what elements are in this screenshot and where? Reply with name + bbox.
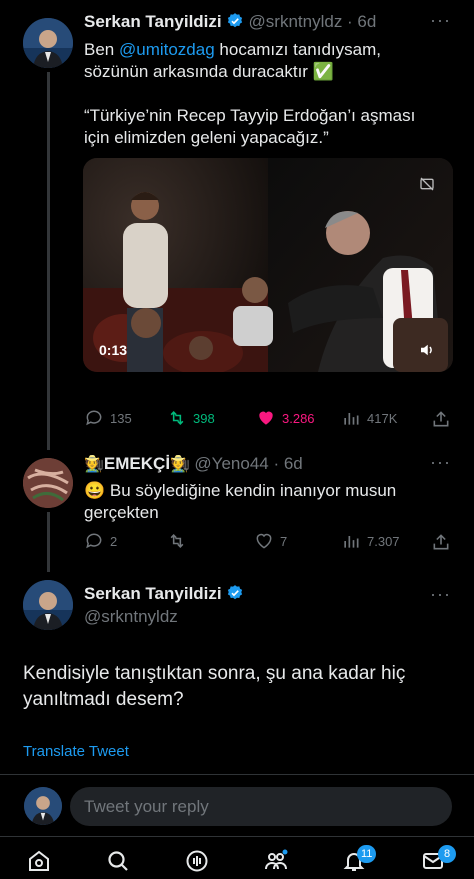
views-icon [344,413,359,425]
tweet-header: Serkan Tanyildizi @srkntnyldz · 6d [84,12,376,32]
like-count: 3.286 [282,410,315,426]
verified-icon [227,585,243,600]
reply-action[interactable]: 2 [84,531,117,551]
author-name[interactable]: EMEKÇİ [104,454,170,473]
author-name[interactable]: Serkan Tanyildizi [84,12,222,31]
main-author: Serkan Tanyildizi [84,584,244,604]
retweet-icon [170,534,184,548]
messages-badge: 8 [438,845,456,863]
handle-time[interactable]: @srkntnyldz · 6d [249,12,377,31]
video-frame [83,158,453,372]
avatar[interactable] [23,458,73,508]
volume-icon[interactable] [418,341,436,359]
like-count: 7 [280,533,288,549]
like-icon [256,533,272,549]
views-icon [344,536,359,548]
video-player[interactable]: 0:13 [83,158,453,372]
author-emoji: 🧑‍🌾 [84,456,104,473]
tweet-header: 🧑‍🌾EMEKÇİ🧑‍🌾 @Yeno44 · 6d [84,454,303,474]
thread-line [47,72,50,450]
text-line: yanıltmadı desem? [23,689,184,710]
quote-line: “Türkiye’nin Recep Tayyip Erdoğan’ı aşma… [84,106,416,125]
search-icon[interactable] [106,849,130,873]
text-line: Bu söylediğine kendin inanıyor musun [109,481,397,500]
more-icon[interactable]: ··· [430,452,451,473]
retweet-icon [170,411,184,425]
share-icon[interactable] [431,532,451,552]
more-icon[interactable]: ··· [430,584,451,605]
like-action[interactable]: 3.286 [256,408,315,428]
tweet-text: 😀 Bu söylediğine kendin inanıyor musun g… [84,480,454,524]
tweet-text: Ben @umitozdag hocamızı tanıdıysam, sözü… [84,39,454,149]
thread-line [47,512,50,572]
author-emoji: 🧑‍🌾 [170,456,190,473]
text-emoji: 😀 [84,481,106,500]
views-action[interactable]: 417K [341,408,397,428]
like-action[interactable]: 7 [254,531,287,551]
text-line: gerçekten [84,503,159,522]
retweet-count: 398 [193,410,215,426]
reply-input[interactable]: Tweet your reply [70,787,452,826]
reply-action[interactable]: 135 [84,408,132,428]
like-icon [259,411,273,425]
reply-count: 2 [110,533,118,549]
text-line: Kendisiyle tanıştıktan sonra, şu ana kad… [23,663,406,684]
author-name[interactable]: Serkan Tanyildizi [84,584,222,603]
video-time: 0:13 [99,342,128,358]
notifications-badge: 11 [357,845,377,863]
mention-link[interactable]: @umitozdag [119,40,215,59]
avatar[interactable] [23,18,73,68]
views-count: 7.307 [367,533,400,549]
text-prefix: Ben [84,40,119,59]
spaces-icon[interactable] [185,849,209,873]
divider [0,774,474,775]
more-icon[interactable]: ··· [430,10,451,31]
communities-icon[interactable] [264,849,288,873]
views-action[interactable]: 7.307 [341,531,400,551]
home-icon[interactable] [27,849,51,873]
handle-time[interactable]: @Yeno44 · 6d [194,454,302,473]
main-tweet-text: Kendisiyle tanıştıktan sonra, şu ana kad… [23,661,405,713]
views-count: 417K [367,410,398,426]
translate-link[interactable]: Translate Tweet [23,743,129,760]
main-handle[interactable]: @srkntnyldz [84,607,178,627]
reply-count: 135 [110,410,132,426]
reply-icon [86,533,102,549]
avatar[interactable] [23,580,73,630]
reply-icon [86,410,102,426]
share-icon[interactable] [431,409,451,429]
text-rest: hocamızı tanıdıysam, [214,40,381,59]
retweet-action[interactable] [167,531,193,551]
retweet-action[interactable]: 398 [167,408,215,428]
text-line: sözünün arkasında duracaktır ✅ [84,62,334,81]
my-avatar[interactable] [24,787,62,825]
verified-icon [227,13,243,28]
sensitive-icon[interactable] [419,176,435,192]
bottom-nav: 11 8 [0,836,474,879]
quote-line: için elimizden geleni yapacağız.” [84,128,329,147]
